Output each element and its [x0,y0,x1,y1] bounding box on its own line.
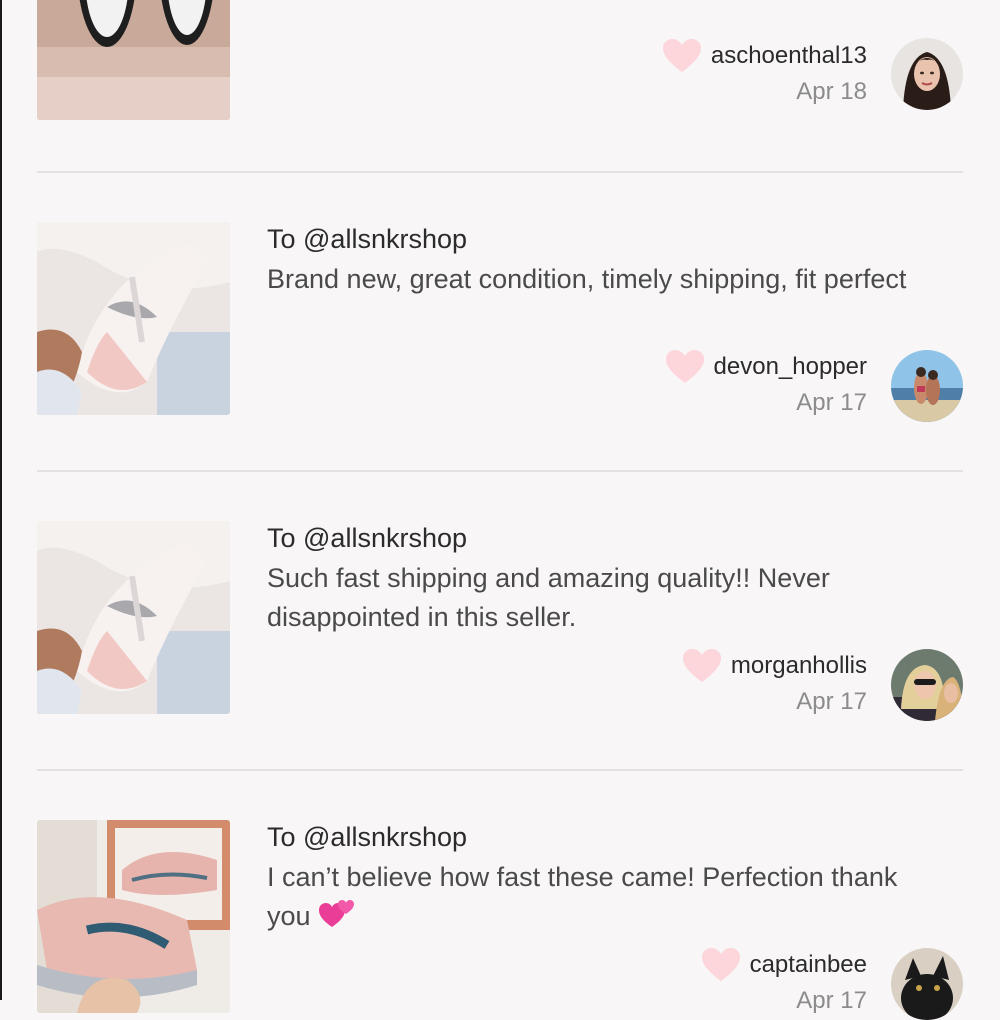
review-item: To @allsnkrshop Such fast shipping and a… [37,521,963,771]
review-date: Apr 17 [796,987,867,1014]
review-recipient[interactable]: To @allsnkrshop [267,523,467,554]
two-hearts-icon [319,900,355,927]
reviewer-row: morganhollis [682,648,867,684]
heart-icon[interactable] [682,649,721,683]
divider [37,769,963,771]
review-recipient[interactable]: To @allsnkrshop [267,822,467,853]
sneaker-photo-black-white [37,0,230,120]
screen-edge [0,0,2,1000]
reviewer-username[interactable]: aschoenthal13 [711,42,867,70]
review-item: aschoenthal13 Apr 18 [37,0,963,172]
heart-icon[interactable] [665,350,704,384]
review-photo[interactable] [37,0,230,120]
review-date: Apr 18 [796,78,867,105]
reviewer-username[interactable]: morganhollis [731,652,867,680]
reviewer-avatar[interactable] [891,350,963,422]
review-recipient[interactable]: To @allsnkrshop [267,224,467,255]
reviewer-avatar[interactable] [891,649,963,721]
review-photo[interactable] [37,222,230,415]
reviewer-username[interactable]: devon_hopper [714,353,867,381]
reviewer-row: devon_hopper [665,349,867,385]
review-item: To @allsnkrshop I can’t believe how fast… [37,820,963,1020]
heart-icon[interactable] [701,948,740,982]
reviewer-avatar[interactable] [891,948,963,1020]
review-text: Brand new, great condition, timely shipp… [267,264,907,294]
review-item: To @allsnkrshop Brand new, great conditi… [37,222,963,472]
divider [37,171,963,173]
review-text: I can’t believe how fast these came! Per… [267,858,927,936]
divider [37,470,963,472]
review-text: Such fast shipping and amazing quality!!… [267,563,830,632]
review-date: Apr 17 [796,389,867,416]
review-photo[interactable] [37,820,230,1013]
reviewer-avatar[interactable] [891,38,963,110]
review-date: Apr 17 [796,688,867,715]
heart-icon[interactable] [662,39,701,73]
reviewer-row: captainbee [701,947,867,983]
review-text-body: I can’t believe how fast these came! Per… [267,862,898,931]
review-photo[interactable] [37,521,230,714]
reviewer-row: aschoenthal13 [662,38,867,74]
reviewer-username[interactable]: captainbee [750,951,867,979]
